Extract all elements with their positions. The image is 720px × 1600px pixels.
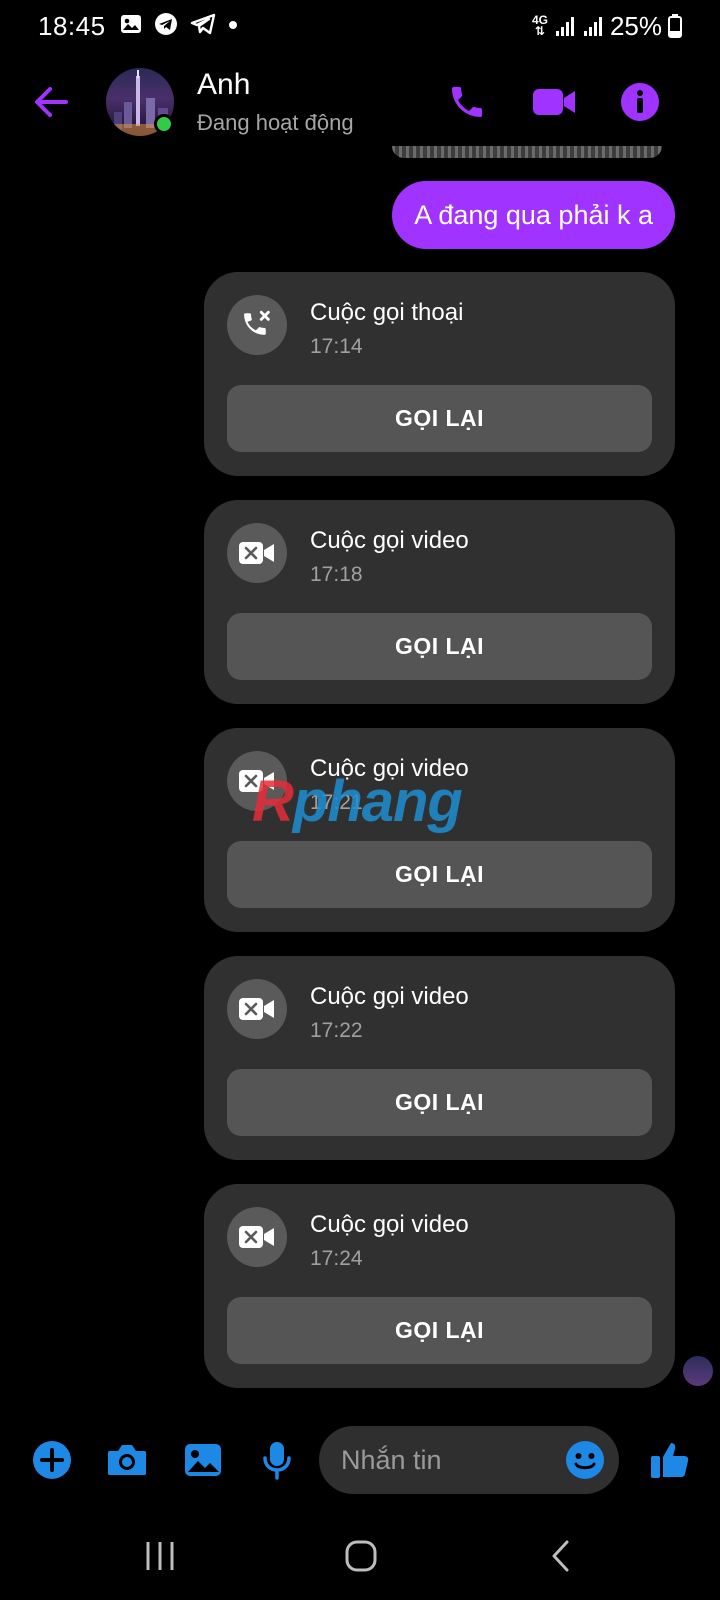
contact-name[interactable]: Anh	[197, 68, 250, 102]
message-text: A đang qua phải k a	[414, 199, 653, 230]
missed-video-call-icon	[227, 1207, 287, 1267]
partial-image-message[interactable]	[392, 146, 662, 158]
call-back-button[interactable]: GỌI LẠI	[227, 1069, 652, 1136]
telegram-notification-icon	[154, 12, 178, 41]
message-composer	[0, 1426, 720, 1494]
gallery-notification-icon	[120, 13, 142, 40]
notification-icons	[120, 12, 238, 41]
voice-message-button[interactable]	[255, 1438, 299, 1482]
call-time: 17:22	[310, 1019, 363, 1042]
watermark-logo: Rphang	[252, 768, 463, 835]
watermark-part-2: phang	[292, 769, 463, 834]
home-button[interactable]	[341, 1536, 381, 1576]
watermark-part-1: R	[252, 769, 294, 834]
battery-percent: 25%	[609, 10, 662, 41]
missed-call-card: Cuộc gọi thoại 17:14 GỌI LẠI	[204, 272, 675, 476]
contact-activity-status: Đang hoạt động	[197, 110, 354, 135]
system-status: 4G ⇅ 25%	[532, 11, 682, 42]
signal-icon	[554, 15, 576, 37]
more-notifications-dot-icon	[228, 17, 238, 35]
chevron-left-icon	[552, 1540, 569, 1572]
missed-call-card: Cuộc gọi video 17:22 GỌI LẠI	[204, 956, 675, 1160]
missed-video-call-icon	[227, 979, 287, 1039]
call-back-button[interactable]: GỌI LẠI	[227, 1297, 652, 1364]
seen-by-avatar	[683, 1356, 713, 1386]
call-time: 17:18	[310, 563, 363, 586]
microphone-icon	[263, 1442, 291, 1480]
signal-icon-2	[582, 15, 604, 37]
network-label: 4G	[531, 13, 548, 27]
network-4g-icon: 4G ⇅	[531, 13, 548, 38]
home-icon	[345, 1540, 377, 1572]
call-type-label: Cuộc gọi video	[310, 527, 469, 554]
emoji-icon	[566, 1441, 604, 1479]
voice-call-button[interactable]	[443, 78, 491, 126]
call-type-label: Cuộc gọi video	[310, 983, 469, 1010]
video-camera-icon	[533, 89, 575, 115]
call-time: 17:24	[310, 1247, 363, 1270]
recent-apps-button[interactable]	[140, 1536, 180, 1576]
missed-voice-call-icon	[227, 295, 287, 355]
phone-icon	[452, 87, 482, 117]
recent-apps-icon	[146, 1542, 174, 1570]
online-status-dot	[154, 114, 174, 134]
video-call-button[interactable]	[530, 78, 578, 126]
message-input-container	[319, 1426, 619, 1494]
emoji-button[interactable]	[565, 1440, 605, 1480]
plus-icon	[33, 1441, 71, 1479]
outgoing-message-bubble[interactable]: A đang qua phải k a	[392, 181, 675, 249]
call-back-button[interactable]: GỌI LẠI	[227, 613, 652, 680]
status-bar: 18:45 4G ⇅ 25%	[0, 0, 720, 52]
like-button[interactable]	[648, 1438, 692, 1482]
gallery-icon	[185, 1444, 221, 1476]
back-arrow-icon	[35, 87, 68, 117]
message-input[interactable]	[341, 1426, 561, 1494]
system-back-button[interactable]	[541, 1536, 581, 1576]
system-navigation-bar	[0, 1520, 720, 1590]
call-time: 17:14	[310, 335, 363, 358]
chat-header: Anh Đang hoạt động	[0, 60, 720, 144]
status-time: 18:45	[38, 10, 106, 41]
gallery-button[interactable]	[181, 1438, 225, 1482]
back-button[interactable]	[30, 80, 74, 124]
telegram-outline-icon	[190, 13, 216, 40]
call-type-label: Cuộc gọi video	[310, 1211, 469, 1238]
missed-call-card: Cuộc gọi video 17:24 GỌI LẠI	[204, 1184, 675, 1388]
camera-icon	[108, 1445, 146, 1475]
missed-call-card: Cuộc gọi video 17:18 GỌI LẠI	[204, 500, 675, 704]
more-actions-button[interactable]	[30, 1438, 74, 1482]
camera-button[interactable]	[105, 1438, 149, 1482]
call-back-button[interactable]: GỌI LẠI	[227, 841, 652, 908]
missed-video-call-icon	[227, 523, 287, 583]
call-type-label: Cuộc gọi thoại	[310, 299, 464, 326]
call-back-button[interactable]: GỌI LẠI	[227, 385, 652, 452]
info-icon	[621, 83, 659, 121]
conversation-info-button[interactable]	[616, 78, 664, 126]
battery-icon	[668, 14, 682, 38]
thumbs-up-icon	[651, 1443, 689, 1478]
